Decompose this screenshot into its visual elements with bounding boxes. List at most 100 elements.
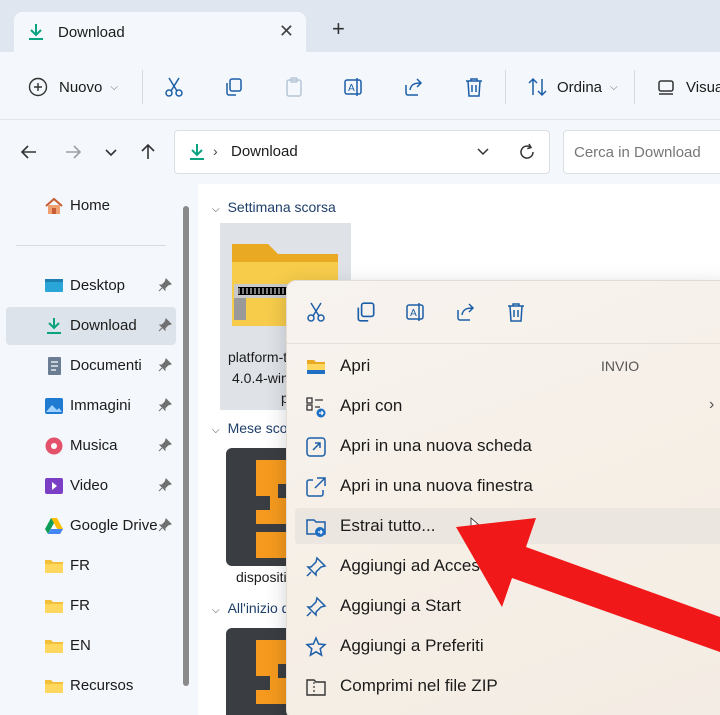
delete-icon[interactable] (505, 301, 527, 323)
menu-item-apri-nuova-finestra[interactable]: Apri in una nuova finestra (295, 468, 720, 504)
cut-button[interactable] (164, 74, 184, 100)
sidebar-item-fr[interactable]: FR (6, 547, 176, 585)
menu-item-apri-nuova-scheda[interactable]: Apri in una nuova scheda (295, 428, 720, 464)
pin-icon (158, 518, 172, 532)
zip-icon (306, 679, 326, 696)
menu-item-aggiungi-accesso-rapido[interactable]: Aggiungi ad Accesso rapido (295, 548, 720, 584)
copy-icon (226, 78, 242, 96)
folder-icon (45, 560, 63, 573)
sidebar-item-desktop[interactable]: Desktop (6, 267, 176, 305)
open-folder-icon (307, 360, 325, 374)
new-tab-button[interactable]: + (332, 18, 345, 40)
navigation-pane: Home Desktop Download Documenti Immagini… (0, 184, 198, 715)
music-icon (45, 437, 63, 455)
search-placeholder: Cerca in Download (574, 144, 701, 161)
chevron-down-icon[interactable] (475, 143, 491, 164)
sidebar-item-musica[interactable]: Musica (6, 427, 176, 465)
tab-strip: Download ✕ + (0, 0, 720, 52)
folder-icon (45, 600, 63, 613)
sort-button[interactable]: Ordina ⌵ (527, 74, 618, 100)
pin-icon (306, 596, 327, 617)
sidebar-item-documenti[interactable]: Documenti (6, 347, 176, 385)
close-icon[interactable]: ✕ (279, 21, 294, 42)
menu-item-apri-con[interactable]: Apri con › (295, 388, 720, 424)
pin-icon (158, 318, 172, 332)
search-input[interactable]: Cerca in Download (563, 130, 720, 174)
menu-item-aggiungi-preferiti[interactable]: Aggiungi a Preferiti (295, 628, 720, 664)
sidebar-item-video[interactable]: Video (6, 467, 176, 505)
menu-item-shortcut: INVIO (601, 358, 640, 374)
share-icon (405, 78, 423, 96)
cursor-icon (470, 517, 480, 531)
copy-icon[interactable] (355, 301, 377, 323)
pin-icon (158, 358, 172, 372)
menu-item-aggiungi-start[interactable]: Aggiungi a Start (295, 588, 720, 624)
divider (634, 70, 635, 104)
sidebar-item-immagini[interactable]: Immagini (6, 387, 176, 425)
arrow-left-icon (20, 145, 36, 159)
pin-icon (158, 478, 172, 492)
rename-button[interactable]: A (343, 74, 365, 100)
delete-button[interactable] (464, 74, 484, 100)
menu-item-comprimi-zip[interactable]: Comprimi nel file ZIP (295, 668, 720, 704)
tab-title: Download (58, 24, 125, 41)
sidebar-item-label: FR (70, 557, 90, 574)
arrow-right-icon (66, 145, 82, 159)
download-icon (187, 142, 207, 167)
extract-icon (306, 519, 326, 537)
paste-icon (286, 77, 302, 97)
sidebar-item-label: Musica (70, 437, 118, 454)
sidebar-scrollbar[interactable] (183, 206, 189, 686)
delete-icon (466, 78, 482, 97)
back-button[interactable] (17, 140, 41, 164)
command-bar: Nuovo ⌵ A Ordina ⌵ Visualizza (0, 52, 720, 120)
forward-button[interactable] (61, 140, 85, 164)
star-icon (305, 636, 327, 657)
sidebar-item-home[interactable]: Home (6, 187, 176, 225)
view-label: Visualizza (686, 78, 720, 96)
menu-item-apri[interactable]: Apri INVIO (295, 348, 720, 384)
sidebar-item-label: EN (70, 637, 91, 654)
share-button[interactable] (403, 74, 425, 100)
group-header[interactable]: ⌵ Settimana scorsa (212, 199, 336, 215)
address-bar[interactable]: › Download (174, 130, 550, 174)
tab-download[interactable]: Download ✕ (14, 12, 306, 52)
chevron-down-icon: ⌵ (212, 425, 220, 436)
chevron-down-icon (105, 149, 117, 157)
menu-item-label: Aggiungi a Preferiti (340, 636, 484, 655)
copy-button[interactable] (224, 74, 244, 100)
chevron-down-icon: ⌵ (610, 81, 618, 93)
sidebar-item-label: Recursos (70, 677, 134, 694)
sidebar-item-en[interactable]: EN (6, 627, 176, 665)
folder-icon (45, 680, 63, 693)
new-tab-icon (306, 437, 326, 457)
new-button[interactable]: Nuovo ⌵ (28, 74, 118, 100)
recent-locations-button[interactable] (99, 140, 123, 164)
divider (142, 70, 143, 104)
chevron-down-icon: ⌵ (212, 204, 220, 215)
desktop-icon (45, 279, 63, 292)
sidebar-item-download[interactable]: Download (6, 307, 176, 345)
sidebar-item-recursos[interactable]: Recursos (6, 667, 176, 705)
chevron-right-icon: › (709, 396, 715, 413)
context-menu: A Apri INVIO Apri con › Apri in una nuov… (286, 280, 720, 715)
menu-item-estrai-tutto[interactable]: Estrai tutto... (295, 508, 720, 544)
menu-item-label: Apri con (340, 396, 403, 415)
menu-item-label: Apri in una nuova scheda (340, 436, 532, 455)
breadcrumb-location[interactable]: Download (231, 143, 298, 160)
rename-icon[interactable]: A (405, 301, 427, 323)
paste-button[interactable] (284, 74, 304, 100)
menu-item-label: Estrai tutto... (340, 516, 436, 535)
new-label: Nuovo (59, 78, 103, 96)
divider (505, 70, 506, 104)
sidebar-item-label: FR (70, 597, 90, 614)
add-icon (28, 77, 48, 97)
sidebar-item-google-drive[interactable]: Google Drive (6, 507, 176, 545)
refresh-icon[interactable] (517, 142, 537, 167)
svg-text:A: A (410, 308, 417, 319)
cut-icon[interactable] (305, 301, 327, 323)
sidebar-item-fr[interactable]: FR (6, 587, 176, 625)
view-button[interactable]: Visualizza (656, 74, 720, 100)
up-button[interactable] (136, 140, 160, 164)
share-icon[interactable] (455, 301, 477, 323)
